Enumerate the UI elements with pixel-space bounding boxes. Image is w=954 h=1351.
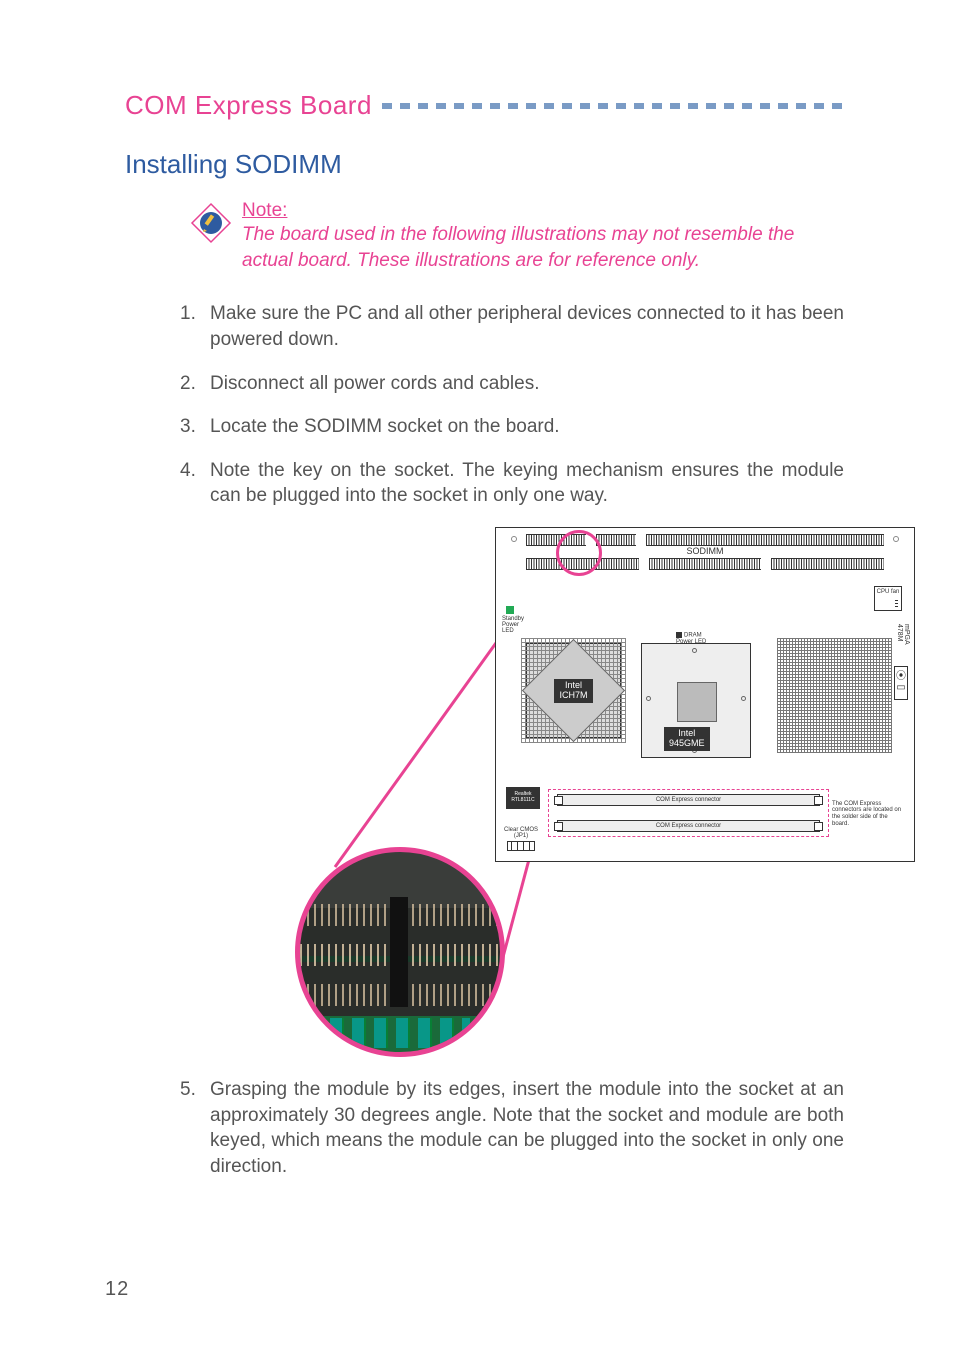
com-express-note: The COM Express connectors are located o…	[832, 801, 904, 827]
note-pencil-icon	[190, 202, 232, 244]
step-number: 4.	[180, 458, 210, 509]
cmos-label: Clear CMOS (JP1)	[504, 827, 538, 839]
ich7m-label: Intel ICH7M	[554, 679, 592, 703]
945gme-chip: Intel 945GME	[641, 643, 751, 758]
sodimm-key-zoom-photo	[295, 847, 505, 1057]
socket-key-notch	[390, 897, 408, 1007]
board-figure: SODIMM Standby Power LED DRAM Power LED …	[295, 527, 915, 1057]
step-item: 1.Make sure the PC and all other periphe…	[180, 301, 844, 352]
sodimm-key-highlight-circle	[556, 530, 602, 576]
step-number: 2.	[180, 371, 210, 397]
step-item: 3.Locate the SODIMM socket on the board.	[180, 414, 844, 440]
step-item: 5.Grasping the module by its edges, inse…	[180, 1077, 844, 1180]
board-name-title: COM Express Board	[125, 90, 372, 121]
step-text: Grasping the module by its edges, insert…	[210, 1077, 844, 1180]
step-item: 4.Note the key on the socket. The keying…	[180, 458, 844, 509]
mpga-label: mPGA 478M	[896, 624, 910, 645]
standby-led-icon	[506, 606, 514, 614]
945gme-label: Intel 945GME	[664, 727, 710, 751]
com-express-connector: COM Express connector	[557, 820, 820, 832]
step-text: Note the key on the socket. The keying m…	[210, 458, 844, 509]
cmos-pins-icon	[507, 841, 535, 851]
mount-hole-icon	[511, 536, 517, 542]
step-number: 5.	[180, 1077, 210, 1180]
section-title: Installing SODIMM	[125, 149, 844, 180]
cpu-fan-header: CPU fan	[874, 586, 902, 611]
com-express-area: COM Express connector COM Express connec…	[548, 789, 829, 837]
clear-cmos-jumper: Clear CMOS (JP1)	[504, 827, 538, 853]
header-dotted-rule	[382, 103, 844, 109]
step-text: Make sure the PC and all other periphera…	[210, 301, 844, 352]
note-body: The board used in the following illustra…	[242, 224, 794, 271]
ich7m-chip: Intel ICH7M	[526, 643, 621, 738]
page-number: 12	[105, 1278, 129, 1301]
pcb-traces	[330, 1018, 470, 1048]
standby-led-label: Standby Power LED	[502, 616, 524, 634]
note-block: Note: The board used in the following il…	[190, 200, 844, 273]
note-label: Note:	[242, 200, 844, 222]
cpu-socket	[777, 638, 892, 753]
realtek-chip: Realtek RTL8111C	[506, 787, 540, 809]
com-express-connector: COM Express connector	[557, 794, 820, 806]
step-number: 3.	[180, 414, 210, 440]
install-steps-list: 1.Make sure the PC and all other periphe…	[180, 301, 844, 509]
step-text: Disconnect all power cords and cables.	[210, 371, 844, 397]
socket-screw-icon: ⦿▭	[894, 666, 908, 700]
step-text: Locate the SODIMM socket on the board.	[210, 414, 844, 440]
mount-hole-icon	[893, 536, 899, 542]
step-item: 2.Disconnect all power cords and cables.	[180, 371, 844, 397]
step-number: 1.	[180, 301, 210, 352]
install-steps-list-cont: 5.Grasping the module by its edges, inse…	[180, 1077, 844, 1180]
board-diagram: SODIMM Standby Power LED DRAM Power LED …	[495, 527, 915, 862]
